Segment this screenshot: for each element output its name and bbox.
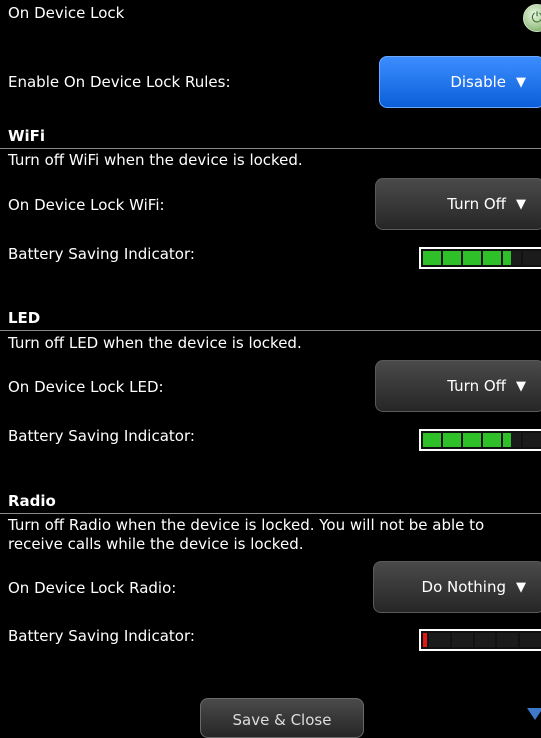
meter-segment bbox=[483, 433, 501, 447]
led-battery-label: Battery Saving Indicator: bbox=[8, 427, 195, 445]
meter-segment bbox=[443, 251, 461, 265]
radio-divider bbox=[0, 513, 541, 514]
page-title: On Device Lock bbox=[8, 4, 125, 22]
led-battery-meter bbox=[419, 429, 541, 451]
radio-dropdown[interactable]: Do Nothing ▼ bbox=[373, 561, 541, 613]
meter-segment bbox=[523, 251, 541, 265]
led-divider bbox=[0, 330, 541, 331]
meter-segment bbox=[463, 251, 481, 265]
rules-dropdown-value: Disable bbox=[450, 73, 506, 91]
wifi-battery-label: Battery Saving Indicator: bbox=[8, 245, 195, 263]
led-dropdown-value: Turn Off bbox=[447, 377, 506, 395]
wifi-divider bbox=[0, 148, 541, 149]
meter-segment bbox=[503, 433, 521, 447]
rules-dropdown[interactable]: Disable ▼ bbox=[379, 56, 541, 108]
led-description: Turn off LED when the device is locked. bbox=[8, 334, 302, 352]
rules-label: Enable On Device Lock Rules: bbox=[8, 73, 231, 91]
chevron-down-icon: ▼ bbox=[516, 196, 526, 212]
meter-segment bbox=[423, 633, 427, 647]
meter-segment bbox=[483, 251, 501, 265]
chevron-down-icon: ▼ bbox=[516, 74, 526, 90]
radio-battery-meter bbox=[419, 629, 541, 651]
meter-segment bbox=[520, 633, 541, 647]
meter-segment bbox=[503, 251, 521, 265]
save-close-button[interactable]: Save & Close bbox=[200, 698, 364, 738]
chevron-down-icon: ▼ bbox=[516, 579, 526, 595]
meter-segment bbox=[497, 633, 519, 647]
meter-segment bbox=[429, 633, 450, 647]
led-label: On Device Lock LED: bbox=[8, 378, 164, 396]
radio-heading: Radio bbox=[8, 492, 56, 510]
radio-description: Turn off Radio when the device is locked… bbox=[8, 516, 485, 553]
scroll-down-icon[interactable] bbox=[527, 708, 541, 720]
radio-dropdown-value: Do Nothing bbox=[421, 578, 506, 596]
meter-segment bbox=[423, 251, 441, 265]
radio-battery-label: Battery Saving Indicator: bbox=[8, 627, 195, 645]
power-plug-icon: ⏻ bbox=[523, 4, 541, 32]
wifi-label: On Device Lock WiFi: bbox=[8, 196, 165, 214]
wifi-dropdown-value: Turn Off bbox=[447, 195, 506, 213]
radio-label: On Device Lock Radio: bbox=[8, 579, 177, 597]
meter-segment bbox=[523, 433, 541, 447]
wifi-dropdown[interactable]: Turn Off ▼ bbox=[375, 178, 541, 230]
wifi-battery-meter bbox=[419, 247, 541, 269]
meter-segment bbox=[423, 433, 441, 447]
meter-segment bbox=[443, 433, 461, 447]
meter-segment bbox=[463, 433, 481, 447]
chevron-down-icon: ▼ bbox=[516, 378, 526, 394]
led-dropdown[interactable]: Turn Off ▼ bbox=[375, 360, 541, 412]
wifi-heading: WiFi bbox=[8, 127, 46, 145]
meter-segment bbox=[474, 633, 496, 647]
wifi-description: Turn off WiFi when the device is locked. bbox=[8, 151, 303, 169]
meter-segment bbox=[451, 633, 473, 647]
led-heading: LED bbox=[8, 309, 41, 327]
